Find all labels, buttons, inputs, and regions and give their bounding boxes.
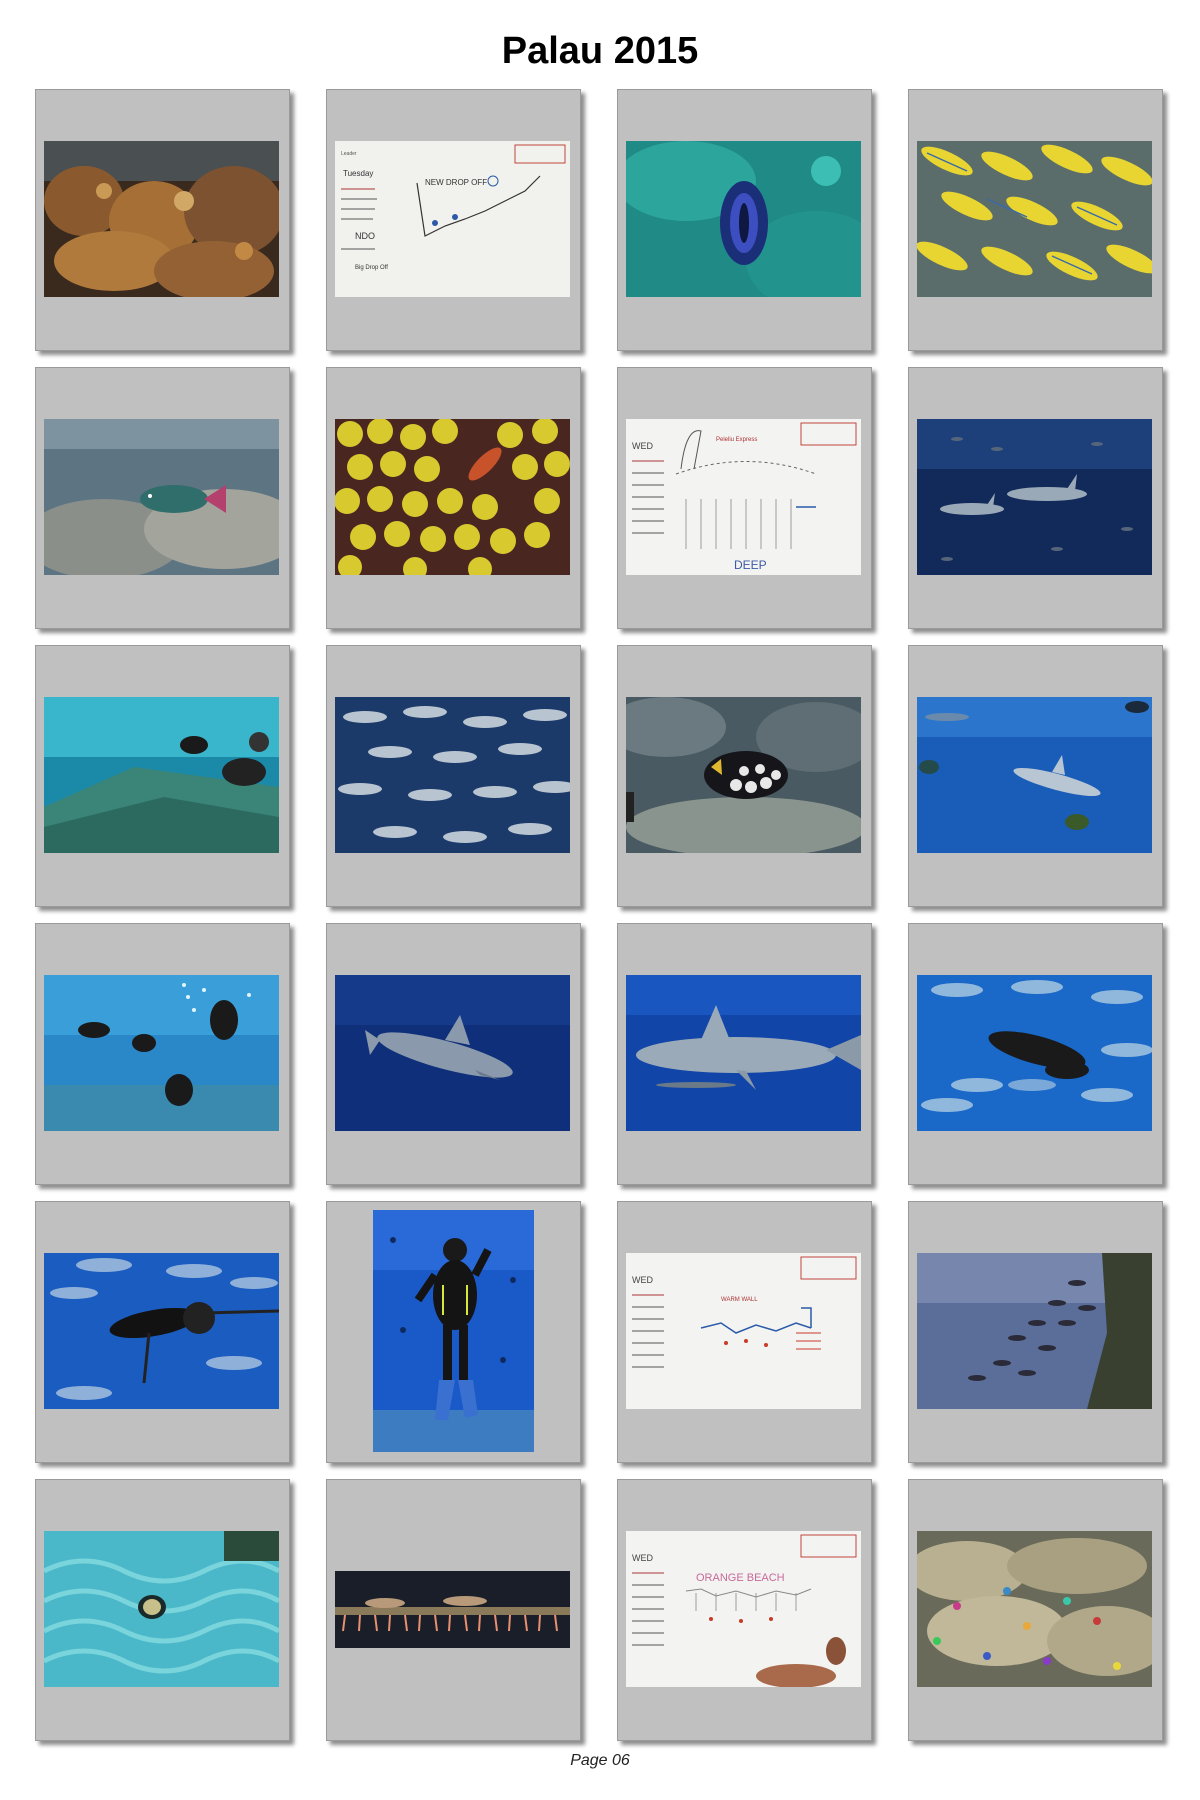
photo-clown-triggerfish[interactable]	[626, 697, 861, 853]
photo-tile-16[interactable]	[908, 923, 1163, 1185]
board-day-label: WED	[632, 1553, 653, 1563]
photo-tile-13[interactable]	[35, 923, 290, 1185]
photo-shark-blue[interactable]	[917, 697, 1152, 853]
photo-tile-15[interactable]	[617, 923, 872, 1185]
photo-tile-6[interactable]	[326, 367, 581, 629]
photo-fish-school-wall[interactable]	[917, 1253, 1152, 1409]
photo-grid: Leader Tuesday NDO Big Drop Off NEW DROP…	[35, 89, 1165, 1744]
board-site-name: Peleliu Express	[716, 437, 757, 443]
photo-tile-5[interactable]	[35, 367, 290, 629]
board-note: NDO	[355, 231, 375, 241]
photo-tile-4[interactable]	[908, 89, 1163, 351]
photo-tile-9[interactable]	[35, 645, 290, 907]
photo-tile-8[interactable]	[908, 367, 1163, 629]
photo-shark-school[interactable]	[917, 419, 1152, 575]
photo-tile-10[interactable]	[326, 645, 581, 907]
photo-grey-reef-shark-close[interactable]	[626, 975, 861, 1131]
board-depth-label: DEEP	[734, 558, 767, 572]
photo-giant-clam[interactable]	[626, 141, 861, 297]
photo-coral-reef[interactable]	[44, 141, 279, 297]
photo-tile-21[interactable]	[35, 1479, 290, 1741]
photo-tile-24[interactable]	[908, 1479, 1163, 1741]
photo-yellow-polyps-goby[interactable]	[335, 419, 570, 575]
photo-dive-briefing-board[interactable]: Leader Tuesday NDO Big Drop Off NEW DROP…	[335, 141, 570, 297]
photo-divers-on-slope[interactable]	[44, 697, 279, 853]
page-number: Page 06	[570, 1752, 630, 1769]
photo-blenny-in-coral[interactable]	[44, 1531, 279, 1687]
photo-tile-19[interactable]: WED WARM WALL	[617, 1201, 872, 1463]
photo-dive-briefing-board[interactable]: WED Peleliu Express DEEP	[626, 419, 861, 575]
board-day-label: WED	[632, 1275, 653, 1285]
photo-dive-briefing-board[interactable]: WED ORANGE BEACH	[626, 1531, 861, 1687]
photo-tile-18[interactable]	[326, 1201, 581, 1463]
photo-christmas-tree-worms[interactable]	[917, 1531, 1152, 1687]
photo-tile-3[interactable]	[617, 89, 872, 351]
photo-tile-17[interactable]	[35, 1201, 290, 1463]
photo-tile-22[interactable]	[326, 1479, 581, 1741]
photo-diver-portrait[interactable]	[373, 1210, 534, 1452]
board-exit: Big Drop Off	[355, 265, 388, 271]
photo-snapper-school[interactable]	[917, 141, 1152, 297]
photo-tile-2[interactable]: Leader Tuesday NDO Big Drop Off NEW DROP…	[326, 89, 581, 351]
photo-tile-23[interactable]: WED ORANGE BEACH	[617, 1479, 872, 1741]
photo-tile-12[interactable]	[908, 645, 1163, 907]
photo-tile-1[interactable]	[35, 89, 290, 351]
photo-tile-7[interactable]: WED Peleliu Express DEEP	[617, 367, 872, 629]
photo-diver-with-fish[interactable]	[44, 1253, 279, 1409]
svg-text:Leader: Leader	[341, 151, 357, 157]
photo-diver-group[interactable]	[44, 975, 279, 1131]
photo-tile-20[interactable]	[908, 1201, 1163, 1463]
page-title: Palau 2015	[501, 30, 699, 72]
photo-grey-reef-shark[interactable]	[335, 975, 570, 1131]
photo-jack-school[interactable]	[335, 697, 570, 853]
board-site-name: ORANGE BEACH	[696, 1572, 785, 1584]
photo-diver-with-fish[interactable]	[917, 975, 1152, 1131]
photo-tile-11[interactable]	[617, 645, 872, 907]
photo-parrotfish[interactable]	[44, 419, 279, 575]
board-day-label: WED	[632, 441, 653, 451]
photo-tile-14[interactable]	[326, 923, 581, 1185]
board-site-name: WARM WALL	[721, 1297, 758, 1303]
board-day-label: Tuesday	[343, 169, 373, 178]
photo-gobies-on-whip[interactable]	[335, 1571, 570, 1648]
photo-dive-briefing-board[interactable]: WED WARM WALL	[626, 1253, 861, 1409]
board-site-name: NEW DROP OFF	[425, 178, 487, 187]
